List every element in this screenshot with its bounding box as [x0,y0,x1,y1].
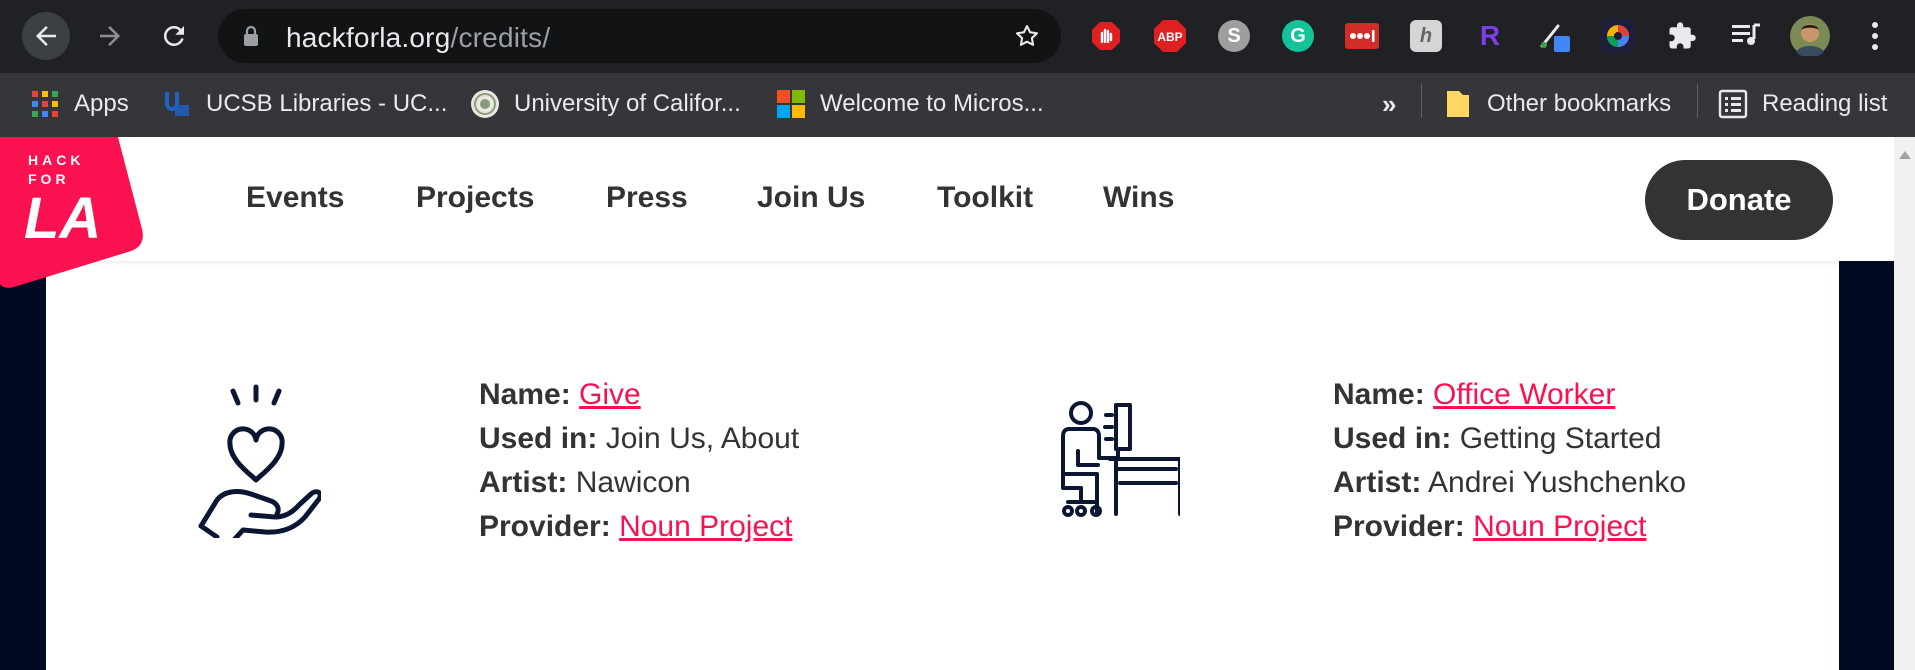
bookmark-star-icon[interactable] [1013,22,1041,50]
folder-icon [1443,89,1473,119]
reading-list-button[interactable]: Reading list [1718,83,1887,125]
reload-button[interactable] [150,12,198,60]
svg-text:LA: LA [24,186,101,251]
url-path: /credits/ [450,22,551,53]
address-bar[interactable]: hackforla.org/credits/ [218,9,1061,63]
credit-artist-row: Artist: Andrei Yushchenko [1333,466,1687,499]
credit-used-row: Used in: Getting Started [1333,422,1662,455]
bookmarks-divider [1421,84,1422,118]
bookmark-label: Welcome to Micros... [820,90,1044,117]
ucsb-logo-icon [162,89,192,119]
bookmarks-overflow-button[interactable]: » [1382,83,1396,125]
scroll-up-arrow-icon[interactable] [1899,151,1911,159]
readwise-icon[interactable]: R [1472,18,1508,54]
lock-icon [244,25,258,46]
arrow-right-icon [100,26,120,46]
url-domain: hackforla.org [286,22,451,53]
nav-projects[interactable]: Projects [416,181,534,215]
nav-events[interactable]: Events [246,181,344,215]
adblock-hand-icon[interactable] [1088,18,1124,54]
bookmark-label: University of Califor... [514,90,741,117]
back-button[interactable] [22,12,70,60]
credit-name-link[interactable]: Office Worker [1433,378,1615,411]
bookmark-label: Apps [74,90,129,117]
honey-icon[interactable]: h [1408,18,1444,54]
bookmark-ucsb-libraries[interactable]: UCSB Libraries - UC... [162,83,447,125]
bookmark-apps[interactable]: Apps [30,83,129,125]
credit-provider-row: Provider: Noun Project [479,510,793,543]
office-worker-icon [1061,401,1180,517]
apps-grid-icon [30,89,60,119]
svg-text:FOR: FOR [28,171,70,187]
hack-for-la-logo[interactable]: HACK FOR LA [0,137,145,289]
credit-office-worker-details: Name: Office Worker Used in: Getting Sta… [1333,373,1686,549]
bookmark-label: Other bookmarks [1487,90,1672,117]
credit-name-row: Name: Office Worker [1333,378,1616,411]
reload-icon [163,25,184,46]
credit-artist-row: Artist: Nawicon [479,466,691,499]
credit-give-details: Name: Give Used in: Join Us, About Artis… [479,373,799,549]
bookmark-label: UCSB Libraries - UC... [206,90,448,117]
bookmark-microsoft[interactable]: Welcome to Micros... [776,83,1044,125]
credit-name-link[interactable]: Give [579,378,641,411]
donate-button[interactable]: Donate [1645,160,1833,240]
nav-toolkit[interactable]: Toolkit [937,181,1033,215]
page-scrollbar[interactable] [1894,137,1915,670]
skype-icon[interactable]: S [1216,18,1252,54]
svg-text:ABP: ABP [1157,30,1182,44]
profile-avatar[interactable] [1790,16,1830,56]
credit-provider-row: Provider: Noun Project [1333,510,1647,543]
more-menu-icon[interactable] [1863,18,1887,54]
nav-wins[interactable]: Wins [1103,181,1174,215]
bookmark-label: Reading list [1762,90,1888,117]
credit-provider-link[interactable]: Noun Project [619,510,792,543]
arrow-left-icon [36,26,56,46]
eyedropper-icon[interactable] [1536,18,1572,54]
browser-toolbar: hackforla.org/credits/ ABP S G h R [0,0,1915,73]
reading-list-icon [1718,89,1748,119]
nav-join-us[interactable]: Join Us [757,181,865,215]
bookmark-university[interactable]: University of Califor... [470,83,741,125]
university-seal-icon [470,89,500,119]
microsoft-logo-icon [776,89,806,119]
svg-text:HACK: HACK [28,152,84,168]
media-queue-icon[interactable] [1728,18,1764,54]
lastpass-icon[interactable] [1344,18,1380,54]
other-bookmarks-folder[interactable]: Other bookmarks [1443,83,1671,125]
credit-used-row: Used in: Join Us, About [479,422,800,455]
color-wheel-icon[interactable] [1600,18,1636,54]
credit-name-row: Name: Give [479,378,641,411]
grammarly-icon[interactable]: G [1280,18,1316,54]
url-text: hackforla.org/credits/ [286,22,550,54]
nav-press[interactable]: Press [606,181,688,215]
extensions-puzzle-icon[interactable] [1664,18,1700,54]
give-heart-hand-icon [198,384,321,538]
forward-button[interactable] [86,12,134,60]
abp-icon[interactable]: ABP [1152,18,1188,54]
bookmarks-divider [1697,84,1698,118]
credit-provider-link[interactable]: Noun Project [1473,510,1646,543]
bookmarks-bar: Apps UCSB Libraries - UC... University o… [0,73,1915,137]
